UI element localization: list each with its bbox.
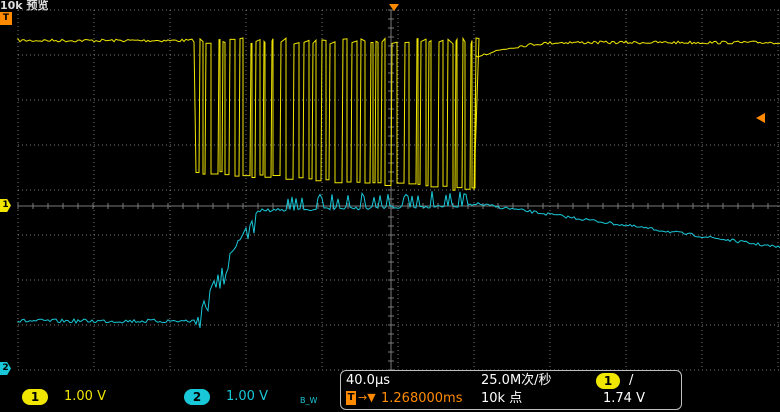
trigger-level[interactable]: 1.74 V <box>603 391 645 407</box>
waveform-display <box>17 9 780 371</box>
bandwidth-limit-icon: B_W <box>300 396 318 405</box>
trigger-slope-icon[interactable]: / <box>629 373 633 389</box>
trigger-source-badge[interactable]: 1 <box>596 373 620 389</box>
trigger-delay[interactable]: 1.268000ms <box>381 391 462 407</box>
ch2-badge[interactable]: 2 <box>184 389 210 405</box>
ch2-scale[interactable]: 1.00 V <box>226 389 268 405</box>
scope-screen: 10k 预览 T 1 2 1 1.00 V 2 1.00 V B_W 40.0µ… <box>0 0 780 412</box>
trigger-marker-icon[interactable]: T <box>0 12 12 25</box>
horizontal-scale[interactable]: 40.0µs <box>346 373 390 389</box>
record-length[interactable]: 10k 点 <box>481 391 522 407</box>
ch1-badge[interactable]: 1 <box>22 389 48 405</box>
sample-rate: 25.0M次/秒 <box>481 373 552 388</box>
trigger-level-icon[interactable] <box>756 113 765 123</box>
trigger-delay-arrow-icon: →▼ <box>358 391 376 404</box>
trigger-position-icon[interactable] <box>389 4 399 11</box>
timebase-status-box: 40.0µs 25.0M次/秒 1 / T →▼ 1.268000ms 10k … <box>340 370 682 410</box>
ch1-scale[interactable]: 1.00 V <box>64 389 106 405</box>
channel-status-bar: 1 1.00 V 2 1.00 V B_W <box>16 387 334 409</box>
trigger-t-icon: T <box>346 391 356 405</box>
